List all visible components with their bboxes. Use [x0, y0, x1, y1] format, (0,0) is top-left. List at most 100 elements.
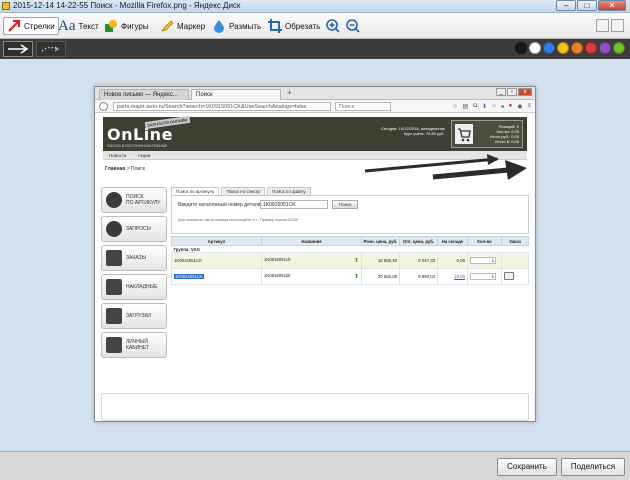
sidebar-label: ПОИСК ПО АРТИКУЛУ: [126, 194, 160, 206]
toolbar-window-button[interactable]: [596, 19, 609, 32]
arrow-style-dotted[interactable]: [36, 41, 66, 57]
chat-icon: ◉: [517, 104, 523, 110]
annotation-arrow-2: [432, 166, 520, 180]
color-swatch[interactable]: [585, 42, 597, 54]
screenshot-image: Новое письмо — Яндекс... Поиск + _ ▫ x p…: [94, 86, 536, 422]
browser-search: Поиск: [335, 102, 391, 111]
menu-item-news: Новости: [109, 153, 127, 158]
cell-article-selected: 1K0915051CK: [174, 274, 204, 279]
minimize-button[interactable]: ‒: [556, 0, 576, 11]
content-panel: [101, 393, 529, 421]
color-swatch[interactable]: [529, 42, 541, 54]
url-bar: parts.major-auto.ru/Search?search=1K0915…: [113, 102, 331, 111]
maximize-button[interactable]: □: [577, 0, 597, 11]
back-icon: [99, 102, 108, 111]
tool-shapes[interactable]: Фигуры: [101, 17, 152, 35]
tool-crop[interactable]: Обрезать: [265, 17, 323, 35]
search-hint: Для поиска по части номера используйте «…: [178, 218, 299, 222]
site-sidebar: ПОИСК ПО АРТИКУЛУ ЗАПРОСЫ ЗАКАЗЫ НАКЛАДНЫЕ ЗА…: [101, 187, 167, 361]
tool-text[interactable]: Aa Текст: [55, 17, 102, 35]
info-arrow-icon: ⬆: [353, 274, 359, 280]
cell-name: 1K0915051cb ⬆: [261, 252, 362, 269]
send-icon: ◂: [500, 104, 504, 110]
search-pane: Введите каталожный номер детали: 1K09150…: [171, 196, 529, 234]
sidebar-icon: [106, 250, 122, 266]
tool-label: Обрезать: [285, 21, 321, 31]
header-info: Сегодня: 14/12/2015, понедельник Курс уч…: [381, 126, 445, 136]
cell-wholesale: 9 890,03: [399, 268, 438, 285]
new-tab-icon: +: [287, 88, 292, 97]
cell-qty: 1: [467, 252, 502, 269]
site-header: OnLine ЗАПЧАСТИ ОНЛАЙН РАБОТА В ПОСТОЯНН…: [103, 115, 527, 151]
cart-info: Позиций: 0 Кол-во: 0,00 Итого руб.: 0,00 Ит…: [490, 124, 519, 144]
arrow-icon: [8, 19, 21, 32]
maximize-icon: ▫: [507, 88, 517, 96]
cell-order: [501, 268, 529, 285]
minimize-icon: _: [496, 88, 506, 96]
sidebar-button: ЛИЧНЫЙ КАБИНЕТ: [101, 332, 167, 358]
annotation-arrowhead-1: [487, 154, 499, 165]
results-table: Артикул Название Розн. цена, руб. Опт. ц…: [171, 236, 529, 285]
zoom-out-icon[interactable]: [346, 19, 360, 33]
home-icon: ⌂: [491, 103, 496, 109]
group-row: Группа: VAG: [171, 245, 529, 253]
annotation-arrow-1: [364, 157, 498, 173]
cart-icon: [455, 124, 473, 144]
tool-marker[interactable]: Маркер: [157, 17, 208, 35]
adblock-icon: ●: [508, 103, 513, 109]
toolbar-window-button[interactable]: [611, 19, 624, 32]
table-row: 1K0915051CK 1K0915051cb ⬆ 15 555,40 9 047…: [171, 252, 529, 269]
tool-options-bar: [0, 39, 630, 59]
text-icon: Aa: [58, 17, 76, 34]
color-palette: [515, 42, 625, 54]
cell-name-text: 1K0915051bk: [264, 273, 291, 278]
browser-tab-active: Поиск: [191, 89, 281, 100]
window-titlebar: 2015-12-14 14-22-55 Поиск - Mozilla Fire…: [0, 0, 630, 13]
save-button[interactable]: Сохранить: [497, 458, 557, 476]
sidebar-icon: [106, 308, 122, 324]
add-to-cart-icon: [504, 272, 514, 280]
cell-article: 1K0915051CK: [171, 268, 262, 285]
cell-retail: 20 555,08: [361, 268, 400, 285]
col-retail: Розн. цена, руб.: [361, 236, 400, 246]
breadcrumb-current: Поиск: [131, 166, 145, 172]
color-swatch[interactable]: [599, 42, 611, 54]
cell-name: 1K0915051bk ⬆: [261, 268, 362, 285]
color-swatch[interactable]: [613, 42, 625, 54]
tool-arrows[interactable]: Стрелки: [3, 17, 59, 35]
tool-blur[interactable]: Размыть: [209, 17, 264, 35]
sidebar-label-line: ЗАКАЗЫ: [126, 255, 146, 261]
browser-tabbar: Новое письмо — Яндекс... Поиск + _ ▫ x: [95, 87, 535, 100]
tool-label: Маркер: [177, 21, 206, 31]
col-order: Заказ: [501, 236, 529, 246]
pocket-icon: ◘: [473, 103, 477, 109]
zoom-in-icon[interactable]: [326, 19, 340, 33]
arrow-style-solid[interactable]: [3, 41, 33, 57]
cart-summary: Позиций: 0 Кол-во: 0,00 Итого руб.: 0,00 Ит…: [451, 120, 523, 148]
tool-label: Текст: [78, 21, 99, 31]
share-button[interactable]: Поделиться: [561, 458, 625, 476]
close-button[interactable]: ✕: [598, 0, 626, 11]
sidebar-icon: [106, 192, 122, 208]
color-swatch[interactable]: [557, 42, 569, 54]
sidebar-label: ЗАПРОСЫ: [126, 226, 151, 233]
color-swatch[interactable]: [543, 42, 555, 54]
tab-search-by-article: Поиск по артикулу: [171, 187, 220, 195]
tab-search-by-file: Поиск по файлу: [267, 187, 311, 195]
sidebar-label-line: КАБИНЕТ: [126, 344, 150, 351]
color-swatch[interactable]: [515, 42, 527, 54]
sidebar-label: НАКЛАДНЫЕ: [126, 284, 157, 291]
browser-tab: Новое письмо — Яндекс...: [99, 89, 189, 100]
color-swatch[interactable]: [571, 42, 583, 54]
browser-navbar: parts.major-auto.ru/Search?search=1K0915…: [95, 100, 535, 113]
logo-tagline: РАБОТА В ПОСТОЯННОМ РЕЖИМЕ: [107, 144, 168, 148]
bookmark-star-icon: ☆: [452, 104, 458, 110]
window-title: 2015-12-14 14-22-55 Поиск - Mozilla Fire…: [13, 1, 241, 10]
table-row: 1K0915051CK 1K0915051bk ⬆ 20 555,08 9 890…: [171, 268, 529, 285]
search-button: Поиск: [332, 200, 358, 209]
cell-stock: 0,00: [437, 252, 468, 269]
sidebar-button: ЗАПРОСЫ: [101, 216, 167, 242]
part-number-input: 1K0915051CK: [260, 200, 328, 209]
search-label: Введите каталожный номер детали:: [178, 202, 262, 208]
sidebar-icon: [106, 279, 122, 295]
